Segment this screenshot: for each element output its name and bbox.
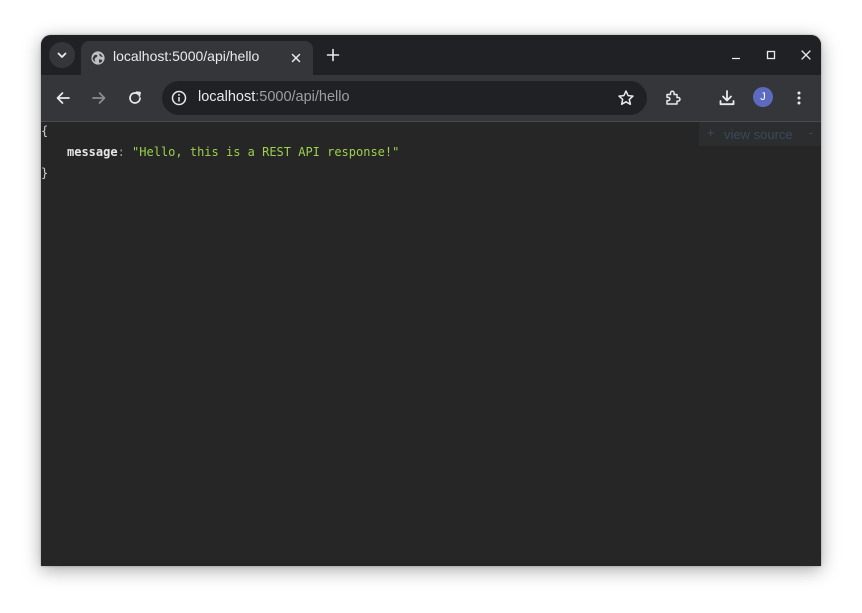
json-string-value: "Hello, this is a REST API response!" — [132, 145, 400, 159]
reload-icon — [127, 90, 143, 106]
toolbar: localhost:5000/api/hello J — [41, 75, 821, 122]
minimize-icon — [730, 49, 742, 61]
plus-icon — [326, 48, 340, 62]
download-icon — [718, 89, 736, 107]
json-entry: message: "Hello, this is a REST API resp… — [67, 145, 399, 159]
maximize-icon — [765, 49, 777, 61]
view-source-link[interactable]: view source — [724, 127, 793, 142]
close-window-button[interactable] — [796, 45, 816, 65]
minimize-button[interactable] — [726, 45, 746, 65]
globe-icon — [90, 50, 106, 66]
json-open-brace: { — [41, 124, 49, 138]
url-path: :5000/api/hello — [255, 89, 350, 105]
maximize-button[interactable] — [761, 45, 781, 65]
json-viewer: { message: "Hello, this is a REST API re… — [41, 122, 821, 566]
puzzle-icon — [664, 89, 682, 107]
reload-button[interactable] — [123, 86, 147, 110]
arrow-right-icon — [91, 90, 107, 106]
view-source-toggle[interactable]: + view source - — [699, 122, 821, 146]
json-colon: : — [117, 145, 125, 159]
json-close-brace: } — [41, 166, 49, 180]
extensions-button[interactable] — [661, 86, 685, 110]
profile-avatar[interactable]: J — [753, 87, 773, 107]
tab-strip: localhost:5000/api/hello — [41, 35, 821, 75]
close-icon — [800, 49, 812, 61]
tab-search-button[interactable] — [49, 42, 75, 68]
downloads-button[interactable] — [715, 86, 739, 110]
kebab-menu-icon — [791, 90, 807, 106]
star-icon[interactable] — [617, 89, 635, 107]
expand-icon[interactable]: + — [707, 125, 715, 140]
tab-close-button[interactable] — [287, 49, 305, 67]
new-tab-button[interactable] — [321, 43, 345, 67]
address-bar[interactable]: localhost:5000/api/hello — [162, 81, 647, 115]
arrow-left-icon — [55, 90, 71, 106]
tab-title: localhost:5000/api/hello — [113, 48, 260, 64]
chevron-down-icon — [56, 49, 68, 61]
menu-button[interactable] — [787, 86, 811, 110]
url-host: localhost — [198, 89, 256, 105]
forward-button[interactable] — [87, 86, 111, 110]
browser-window: localhost:5000/api/hello localhost:5000/… — [41, 35, 821, 566]
info-icon[interactable] — [171, 90, 187, 106]
close-icon — [291, 53, 301, 63]
json-key: message — [67, 145, 118, 159]
collapse-icon[interactable]: - — [809, 125, 813, 140]
tab-active[interactable]: localhost:5000/api/hello — [81, 41, 313, 75]
back-button[interactable] — [51, 86, 75, 110]
address-url: localhost:5000/api/hello — [198, 89, 350, 105]
